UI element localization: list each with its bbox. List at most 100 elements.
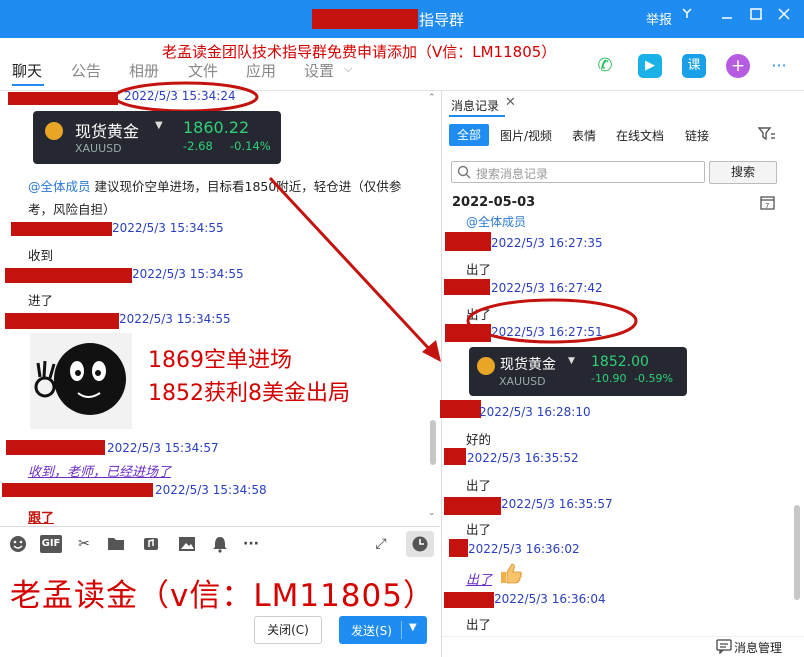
add-app-icon[interactable]: + (726, 54, 750, 78)
announcement-line1: @全体成员 建议现价空单进场，目标看1850附近，轻仓进（仅供参 (28, 179, 402, 194)
message-time: 2022/5/3 15:34:55 (119, 312, 231, 326)
redacted-sender (449, 539, 468, 557)
redacted-sender (2, 483, 153, 497)
tab-announcement[interactable]: 公告 (71, 60, 101, 81)
gold-coin-icon (45, 122, 63, 140)
redacted-sender (8, 92, 118, 105)
close-button[interactable]: 关闭(C) (254, 616, 322, 644)
message-text-link[interactable]: 跟了 (28, 507, 54, 526)
tab-settings[interactable]: 设置 (304, 60, 334, 81)
expand-icon[interactable]: ⤢ (372, 535, 390, 553)
message-time: 2022/5/3 15:34:58 (155, 483, 267, 497)
bell-icon[interactable] (211, 535, 229, 553)
panel-divider (441, 91, 442, 657)
history-tab-all[interactable]: 全部 (449, 124, 489, 146)
history-text: 出了 (466, 617, 492, 632)
gold-name: 现货黄金 (500, 357, 556, 373)
message-text: 收到 (28, 248, 54, 263)
history-time: 2022/5/3 16:36:04 (494, 592, 606, 606)
history-tab-media[interactable]: 图片/视频 (500, 127, 552, 144)
report-button[interactable]: 举报 (646, 9, 672, 28)
history-scrollbar[interactable] (794, 505, 800, 600)
redacted-sender (5, 268, 132, 283)
tab-chat[interactable]: 聊天 (12, 60, 42, 81)
gold-change: -10.90 (591, 372, 627, 385)
history-time: 2022/5/3 16:27:35 (491, 236, 603, 250)
folder-icon[interactable] (107, 535, 125, 553)
search-placeholder: 搜索消息记录 (476, 167, 549, 181)
history-time: 2022/5/3 16:35:52 (467, 451, 579, 465)
history-tab-docs[interactable]: 在线文档 (616, 127, 664, 144)
title-bar: 指导群 举报 (0, 0, 804, 38)
video-icon[interactable]: ▶ (638, 54, 662, 78)
tab-apps[interactable]: 应用 (246, 60, 276, 81)
more-tools-icon[interactable]: ··· (242, 535, 260, 553)
image-icon[interactable] (178, 535, 196, 553)
message-manage-icon[interactable] (716, 639, 732, 657)
chat-scrollbar[interactable] (430, 420, 436, 465)
gold-pct: -0.59% (634, 372, 673, 385)
pin-icon[interactable] (680, 6, 694, 24)
history-search-button[interactable]: 搜索 (709, 161, 777, 184)
history-date: 2022-05-03 (452, 195, 536, 210)
history-time: 2022/5/3 16:36:02 (468, 542, 580, 556)
minimize-icon[interactable] (720, 7, 734, 25)
big-promo-text: 老孟读金（v信：LM11805） (10, 578, 435, 614)
filter-icon[interactable] (757, 126, 776, 145)
dropdown-icon: ▼ (155, 120, 163, 131)
calendar-icon[interactable]: 7 (760, 194, 775, 213)
history-mention[interactable]: @全体成员 (466, 213, 526, 230)
redacted-group-name (312, 9, 418, 29)
circle-annotation (113, 81, 259, 113)
maximize-icon[interactable] (749, 7, 763, 25)
gold-name: 现货黄金 (75, 122, 140, 141)
scroll-up-icon[interactable]: ⌃ (428, 93, 436, 103)
redacted-sender (440, 400, 481, 418)
history-tab-links[interactable]: 链接 (685, 127, 709, 144)
gold-pct: -0.14% (230, 139, 271, 153)
message-time: 2022/5/3 15:34:57 (107, 441, 219, 455)
redacted-sender (444, 497, 501, 515)
redacted-sender (445, 232, 491, 251)
tab-album[interactable]: 相册 (129, 60, 159, 81)
history-clock-icon[interactable] (406, 531, 434, 557)
gold-symbol: XAUUSD (499, 375, 546, 388)
gold-quote-card[interactable]: 现货黄金 ▼ XAUUSD 1860.22 -2.68 -0.14% (33, 111, 281, 164)
course-icon[interactable]: 课 (682, 54, 706, 78)
tab-files[interactable]: 文件 (188, 60, 218, 81)
send-label: 发送(S) (351, 624, 392, 638)
redacted-sender (444, 592, 494, 608)
scroll-down-icon[interactable]: ⌄ (428, 508, 436, 518)
send-options-icon[interactable]: ▼ (409, 622, 417, 633)
send-button[interactable]: 发送(S) ▼ (339, 616, 427, 644)
message-text-link[interactable]: 收到，老师，已经进场了 (28, 461, 171, 480)
mention-all[interactable]: @全体成员 (28, 179, 91, 194)
emoji-icon[interactable] (9, 535, 27, 553)
message-time: 2022/5/3 15:34:55 (132, 267, 244, 281)
scissors-icon[interactable]: ✂ (75, 535, 93, 553)
history-time: 2022/5/3 16:35:57 (501, 497, 613, 511)
history-text: 出了 (466, 262, 492, 277)
search-icon (457, 165, 471, 182)
circle-annotation (466, 298, 638, 344)
active-tab-indicator (12, 84, 44, 86)
history-search-input[interactable]: 搜索消息记录 (451, 161, 705, 183)
history-text: 出了 (466, 478, 492, 493)
phone-icon[interactable]: ✆ (593, 54, 617, 78)
history-gold-quote-card[interactable]: 现货黄金 ▼ XAUUSD 1852.00 -10.90 -0.59% (469, 347, 687, 396)
gold-price: 1860.22 (183, 118, 250, 137)
history-text-link[interactable]: 出了 (466, 569, 492, 588)
message-manage-button[interactable]: 消息管理 (734, 639, 782, 656)
redacted-sender (11, 222, 112, 236)
close-icon[interactable] (777, 7, 791, 25)
history-tab-stickers[interactable]: 表情 (572, 127, 596, 144)
chevron-down-icon[interactable]: ⌵ (344, 62, 352, 76)
voice-icon[interactable] (142, 535, 160, 553)
more-icon[interactable]: ··· (767, 54, 791, 78)
annotation-exit: 1852获利8美金出局 (148, 381, 350, 406)
redacted-sender (5, 313, 119, 329)
gif-icon[interactable]: GIF (40, 535, 62, 553)
gold-coin-icon (477, 357, 495, 375)
redacted-sender (444, 448, 466, 465)
close-history-icon[interactable]: ✕ (505, 95, 516, 110)
